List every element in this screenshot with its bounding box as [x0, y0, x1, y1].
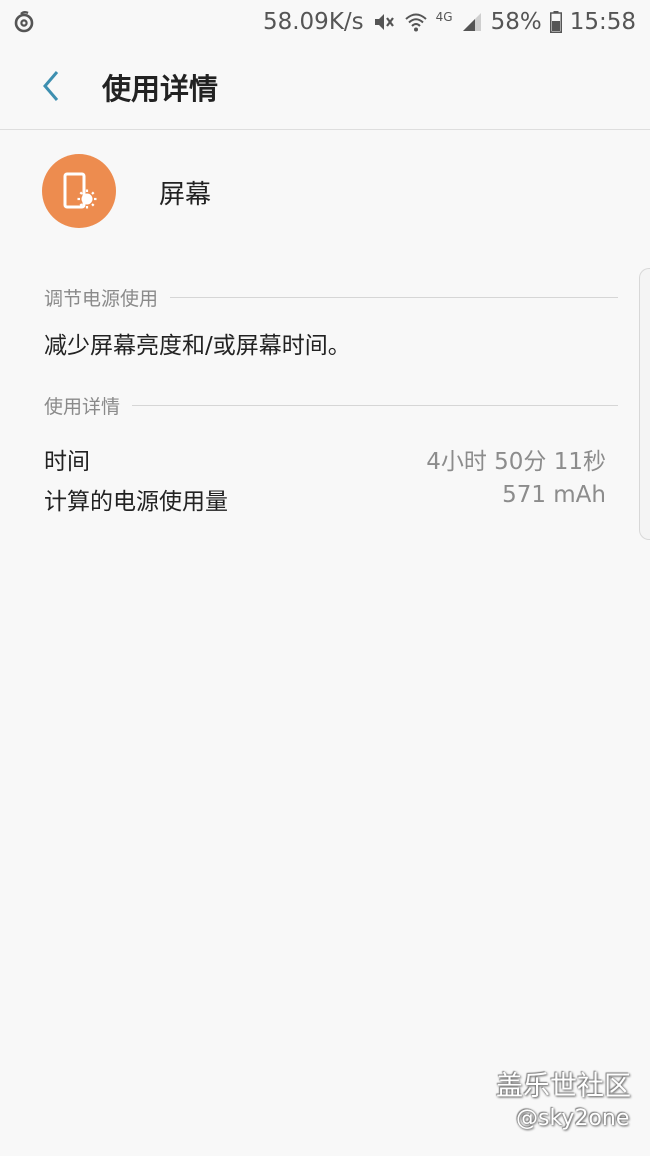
divider	[170, 296, 618, 298]
mute-icon	[374, 14, 394, 30]
detail-row-power: 计算的电源使用量 571 mAh	[44, 482, 606, 515]
app-bar: 使用详情	[0, 44, 650, 130]
net-speed: 58.09K/s	[262, 9, 364, 35]
screen-brightness-icon	[63, 172, 97, 209]
wifi-icon	[404, 13, 427, 32]
watermark-title: 盖乐世社区	[496, 1071, 631, 1102]
battery-icon	[549, 11, 562, 33]
battery-percent: 58%	[490, 9, 542, 35]
app-header: 屏幕	[42, 154, 602, 228]
detail-label: 时间	[44, 449, 90, 475]
netease-music-icon	[14, 11, 34, 33]
back-button[interactable]	[30, 64, 74, 108]
network-type: 4G	[435, 10, 453, 24]
signal-icon	[462, 13, 481, 31]
chevron-left-icon	[43, 71, 59, 101]
detail-label: 计算的电源使用量	[44, 489, 228, 515]
power-saving-tip[interactable]: 减少屏幕亮度和/或屏幕时间。	[44, 326, 351, 360]
section-title-adjust: 调节电源使用	[44, 287, 159, 310]
divider	[132, 404, 618, 406]
edge-panel-handle[interactable]	[639, 268, 650, 540]
app-name: 屏幕	[159, 180, 212, 210]
section-title-details: 使用详情	[44, 395, 121, 418]
clock: 15:58	[569, 9, 636, 35]
watermark-handle: @sky2one	[516, 1106, 630, 1131]
detail-value: 4小时 50分 11秒	[426, 449, 606, 475]
detail-row-time: 时间 4小时 50分 11秒	[44, 442, 606, 475]
status-bar: 58.09K/s 4G 58% 15:58	[0, 0, 650, 44]
section-header-adjust: 调节电源使用	[44, 284, 618, 310]
detail-value: 571 mAh	[502, 482, 606, 508]
page-title: 使用详情	[102, 72, 219, 106]
app-icon	[42, 154, 116, 228]
section-header-details: 使用详情	[44, 392, 618, 418]
